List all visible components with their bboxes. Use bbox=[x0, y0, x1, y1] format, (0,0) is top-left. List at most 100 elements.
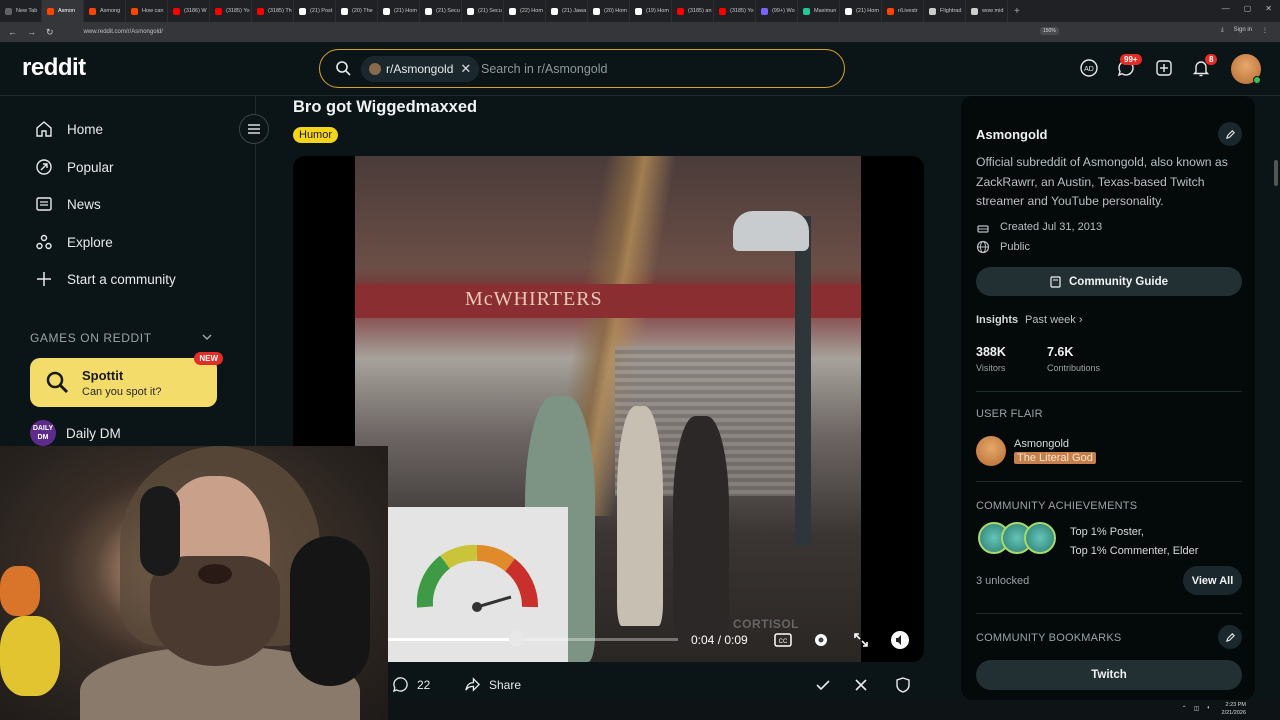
view-all-button[interactable]: View All bbox=[1183, 566, 1242, 595]
create-post-icon[interactable] bbox=[1154, 58, 1174, 78]
browser-tab[interactable]: (21) Secu bbox=[420, 0, 462, 22]
tab-favicon-icon bbox=[509, 7, 516, 15]
reload-icon[interactable]: ↻ bbox=[46, 27, 54, 38]
sidebar-item-start-community[interactable]: Start a community bbox=[35, 269, 176, 289]
browser-tab[interactable]: (3185) Th bbox=[252, 0, 294, 22]
browser-tab[interactable]: (21) Post bbox=[294, 0, 336, 22]
new-tab-button[interactable]: + bbox=[1014, 6, 1020, 17]
visibility-row: Public bbox=[976, 240, 1030, 254]
daily-dm-game[interactable]: DAILY DM Daily DM bbox=[30, 420, 121, 446]
system-clock[interactable]: 2:23 PM 2/21/2026 bbox=[1222, 701, 1246, 717]
browser-nav: ← → ↻ bbox=[8, 27, 54, 38]
mod-shield-icon[interactable] bbox=[894, 676, 912, 694]
flair-tag[interactable]: The Literal God bbox=[1014, 452, 1096, 464]
browser-tab[interactable]: (22) Hom bbox=[504, 0, 546, 22]
chip-close-icon[interactable]: ✕ bbox=[460, 61, 471, 77]
browser-tab[interactable]: (3185) Yo bbox=[714, 0, 756, 22]
progress-thumb[interactable] bbox=[508, 631, 525, 647]
created-date-row: Created Jul 31, 2013 bbox=[976, 220, 1102, 234]
browser-tab[interactable]: Asmon bbox=[42, 0, 84, 22]
close-window-icon[interactable]: ✕ bbox=[1265, 4, 1272, 13]
storefront-sign bbox=[355, 284, 861, 318]
subreddit-search-chip[interactable]: r/Asmongold ✕ bbox=[361, 56, 480, 82]
share-button[interactable]: Share bbox=[464, 676, 521, 693]
minimize-icon[interactable]: — bbox=[1222, 4, 1230, 13]
browser-tab[interactable]: (21) Secu bbox=[462, 0, 504, 22]
insights-period-selector[interactable]: Past week › bbox=[1025, 314, 1082, 326]
browser-tab[interactable]: How can bbox=[126, 0, 168, 22]
search-bar[interactable]: r/Asmongold ✕ Search in r/Asmongold bbox=[319, 49, 845, 88]
browser-tab[interactable]: (21) Jawa bbox=[546, 0, 588, 22]
browser-tab[interactable]: r/Livestr bbox=[882, 0, 924, 22]
spottit-game-card[interactable]: Spottit Can you spot it? NEW bbox=[30, 352, 223, 407]
approve-check-icon[interactable] bbox=[814, 676, 832, 694]
share-icon bbox=[465, 677, 481, 692]
browser-tab[interactable]: Asmong bbox=[84, 0, 126, 22]
microphone bbox=[290, 536, 370, 686]
plush-toy bbox=[0, 616, 60, 696]
browser-tab[interactable]: (3185) an bbox=[672, 0, 714, 22]
browser-tab[interactable]: (21) Hom bbox=[840, 0, 882, 22]
twitch-bookmark-button[interactable]: Twitch bbox=[976, 660, 1242, 690]
browser-tab[interactable]: (99+) Wo bbox=[756, 0, 798, 22]
community-guide-button[interactable]: Community Guide bbox=[976, 267, 1242, 296]
tab-label: wow mid bbox=[982, 8, 1004, 14]
comments-button[interactable]: 22 bbox=[392, 676, 430, 693]
network-icon[interactable]: ◫ bbox=[1194, 705, 1200, 712]
collapse-sidebar-button[interactable] bbox=[239, 114, 269, 144]
address-bar: ← → ↻ www.reddit.com/r/Asmongold/ 150% ⤓… bbox=[0, 22, 1280, 42]
post-title[interactable]: Bro got Wiggedmaxxed bbox=[293, 98, 477, 117]
browser-tab[interactable]: (3186) W bbox=[168, 0, 210, 22]
url-field[interactable]: www.reddit.com/r/Asmongold/ bbox=[84, 29, 163, 35]
browser-tab[interactable]: wow mid bbox=[966, 0, 1008, 22]
sign-in-button[interactable]: Sign in bbox=[1234, 27, 1252, 34]
captions-icon[interactable]: CC bbox=[773, 630, 793, 650]
download-icon[interactable]: ⤓ bbox=[1221, 27, 1224, 34]
daily-dm-logo: DAILY DM bbox=[30, 420, 56, 446]
page-scrollbar[interactable] bbox=[1274, 160, 1278, 186]
sidebar-item-popular[interactable]: Popular bbox=[35, 157, 114, 177]
globe-icon bbox=[976, 240, 990, 254]
reddit-header: reddit r/Asmongold ✕ Search in r/Asmongo… bbox=[0, 42, 1280, 96]
browser-tab[interactable]: New Tab bbox=[0, 0, 42, 22]
pencil-icon bbox=[1225, 129, 1235, 139]
edit-community-button[interactable] bbox=[1218, 122, 1242, 146]
tab-favicon-icon bbox=[425, 7, 432, 15]
tab-label: (21) Hom bbox=[394, 8, 417, 14]
chevron-up-icon[interactable]: ⌃ bbox=[1182, 705, 1187, 712]
menu-icon[interactable]: ⋮ bbox=[1262, 27, 1268, 34]
tab-favicon-icon bbox=[677, 7, 684, 15]
maximize-icon[interactable]: ▢ bbox=[1244, 4, 1252, 13]
browser-tab[interactable]: Flightrad bbox=[924, 0, 966, 22]
fullscreen-icon[interactable] bbox=[851, 630, 871, 650]
back-icon[interactable]: ← bbox=[8, 27, 17, 38]
browser-tab[interactable]: (3185) Yo bbox=[210, 0, 252, 22]
magnifier-icon bbox=[46, 371, 69, 394]
volume-icon[interactable] bbox=[890, 630, 910, 650]
games-section-header[interactable]: GAMES ON REDDIT bbox=[30, 331, 152, 345]
svg-text:AD: AD bbox=[1084, 66, 1094, 73]
browser-tab[interactable]: (20) The bbox=[336, 0, 378, 22]
browser-tab[interactable]: (21) Hom bbox=[378, 0, 420, 22]
user-avatar[interactable] bbox=[1231, 54, 1261, 84]
speaker-icon[interactable]: ◖ bbox=[1206, 705, 1210, 712]
clock-date: 2/21/2026 bbox=[1221, 710, 1246, 716]
reddit-logo[interactable]: reddit bbox=[22, 54, 86, 82]
sidebar-item-home[interactable]: Home bbox=[35, 119, 103, 139]
remove-x-icon[interactable] bbox=[852, 676, 870, 694]
zoom-badge[interactable]: 150% bbox=[1040, 27, 1059, 35]
edit-bookmarks-button[interactable] bbox=[1218, 625, 1242, 649]
browser-tab[interactable]: (20) Hom bbox=[588, 0, 630, 22]
chip-label: r/Asmongold bbox=[386, 62, 454, 76]
settings-gear-icon[interactable] bbox=[811, 630, 831, 650]
forward-icon[interactable]: → bbox=[27, 27, 36, 38]
post-flair[interactable]: Humor bbox=[293, 127, 339, 143]
sidebar-item-explore[interactable]: Explore bbox=[35, 232, 113, 252]
sidebar-item-news[interactable]: News bbox=[35, 194, 101, 214]
browser-tab[interactable]: Maximun bbox=[798, 0, 840, 22]
ad-icon[interactable]: AD bbox=[1079, 58, 1099, 78]
visitors-count: 388K bbox=[976, 345, 1006, 359]
search-input[interactable]: Search in r/Asmongold bbox=[481, 62, 607, 76]
browser-tab[interactable]: (19) Hom bbox=[630, 0, 672, 22]
chevron-down-icon[interactable] bbox=[200, 330, 214, 344]
